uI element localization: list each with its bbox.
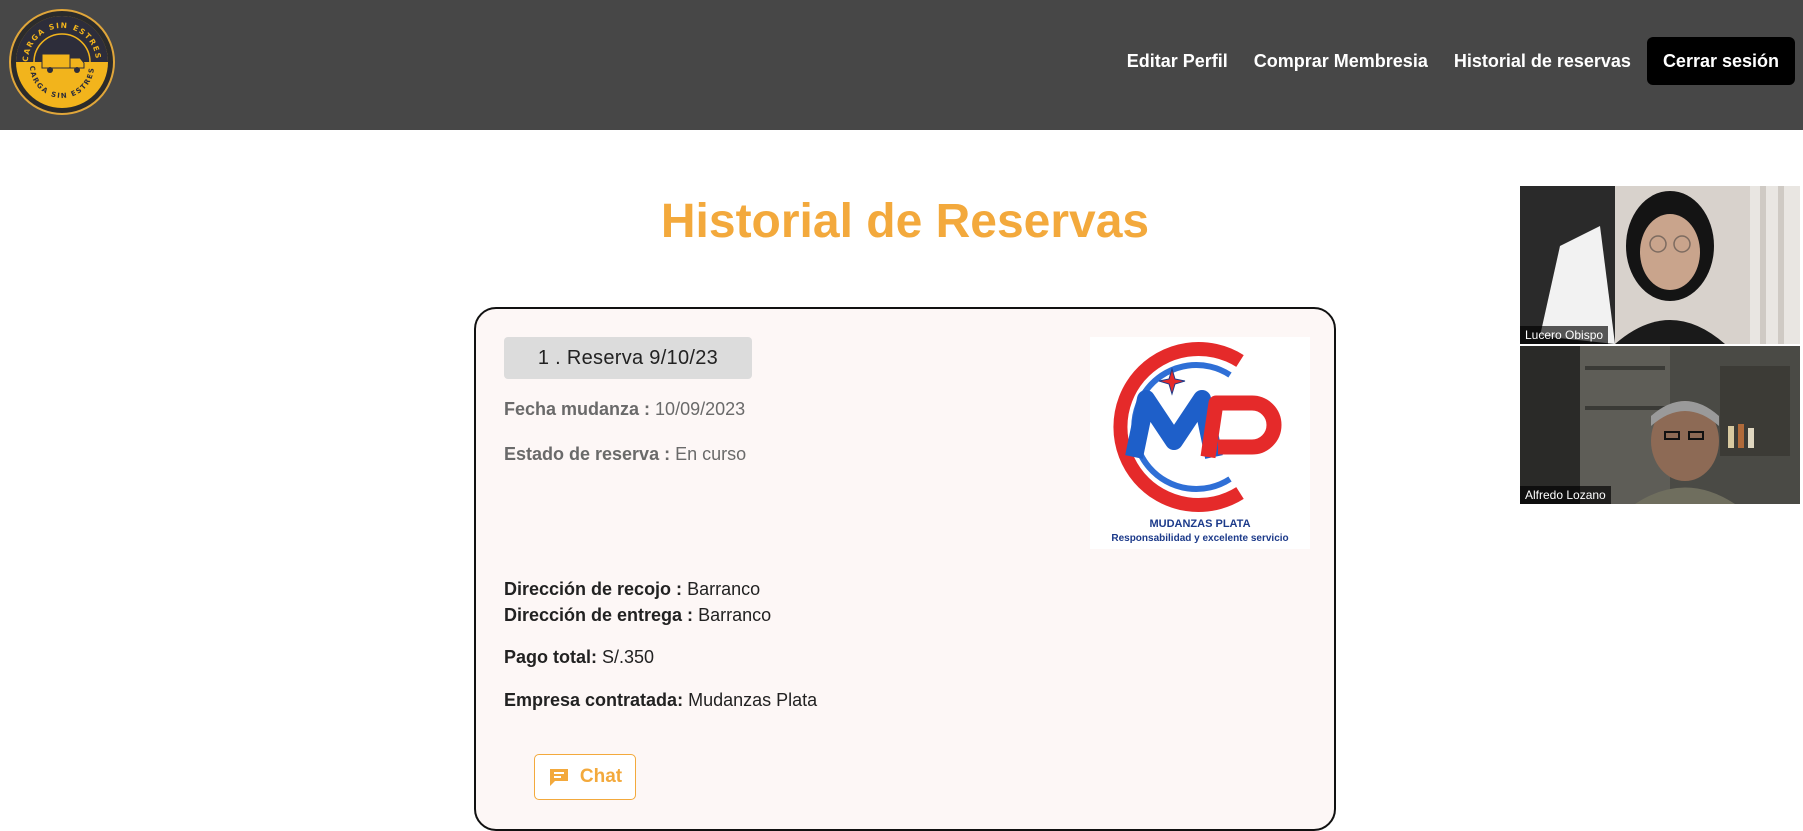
brand-logo[interactable]: CARGA SIN ESTRES CARGA SIN ESTRES — [8, 8, 116, 116]
pago-total-value: S/.350 — [602, 647, 655, 667]
company-logo-slogan: Responsabilidad y excelente servicio — [1111, 533, 1289, 544]
fecha-mudanza-label: Fecha mudanza : — [504, 399, 651, 419]
nav-editar-perfil[interactable]: Editar Perfil — [1114, 37, 1241, 85]
direccion-recojo-value: Barranco — [687, 579, 761, 599]
chat-button[interactable]: Chat — [534, 754, 636, 800]
logout-button[interactable]: Cerrar sesión — [1646, 37, 1795, 85]
chat-button-label: Chat — [579, 766, 623, 787]
chat-bubble-icon — [549, 769, 568, 786]
video-tile-participant-2[interactable]: Alfredo Lozano — [1520, 346, 1800, 504]
company-logo: MUDANZAS PLATA Responsabilidad y excelen… — [1090, 337, 1310, 549]
top-navbar: CARGA SIN ESTRES CARGA SIN ESTRES Editar… — [0, 0, 1803, 130]
direccion-entrega-value: Barranco — [698, 605, 772, 625]
direccion-recojo-row: Dirección de recojo : Barranco — [504, 579, 760, 600]
empresa-contratada-label: Empresa contratada: — [504, 690, 684, 710]
mudanzas-plata-logo-icon — [1113, 342, 1282, 512]
participant-name: Alfredo Lozano — [1520, 486, 1611, 504]
estado-reserva-value: En curso — [675, 444, 747, 464]
participant-name: Lucero Obispo — [1520, 326, 1609, 344]
nav-historial-reservas[interactable]: Historial de reservas — [1441, 37, 1644, 85]
direccion-entrega-row: Dirección de entrega : Barranco — [504, 605, 771, 626]
estado-reserva-label: Estado de reserva : — [504, 444, 671, 464]
reservation-title: 1 . Reserva 9/10/23 — [504, 337, 752, 379]
pago-total-label: Pago total: — [504, 647, 597, 667]
estado-reserva-row: Estado de reserva : En curso — [504, 444, 746, 465]
direccion-entrega-label: Dirección de entrega : — [504, 605, 694, 625]
participant-video-icon — [1520, 346, 1800, 504]
video-tile-participant-1[interactable]: Lucero Obispo — [1520, 186, 1800, 344]
nav-comprar-membresia[interactable]: Comprar Membresia — [1241, 37, 1441, 85]
main-nav: Editar Perfil Comprar Membresia Historia… — [1114, 37, 1795, 85]
participant-video-icon — [1520, 186, 1800, 344]
direccion-recojo-label: Dirección de recojo : — [504, 579, 683, 599]
reservation-card: 1 . Reserva 9/10/23 Fecha mudanza : 10/0… — [474, 307, 1336, 831]
empresa-contratada-row: Empresa contratada: Mudanzas Plata — [504, 690, 817, 711]
pago-total-row: Pago total: S/.350 — [504, 647, 654, 668]
page-title: Historial de Reservas — [660, 195, 1150, 248]
empresa-contratada-value: Mudanzas Plata — [688, 690, 818, 710]
truck-logo-icon: CARGA SIN ESTRES CARGA SIN ESTRES — [9, 9, 115, 115]
fecha-mudanza-row: Fecha mudanza : 10/09/2023 — [504, 399, 745, 420]
company-logo-name: MUDANZAS PLATA — [1149, 518, 1251, 530]
fecha-mudanza-value: 10/09/2023 — [655, 399, 746, 419]
